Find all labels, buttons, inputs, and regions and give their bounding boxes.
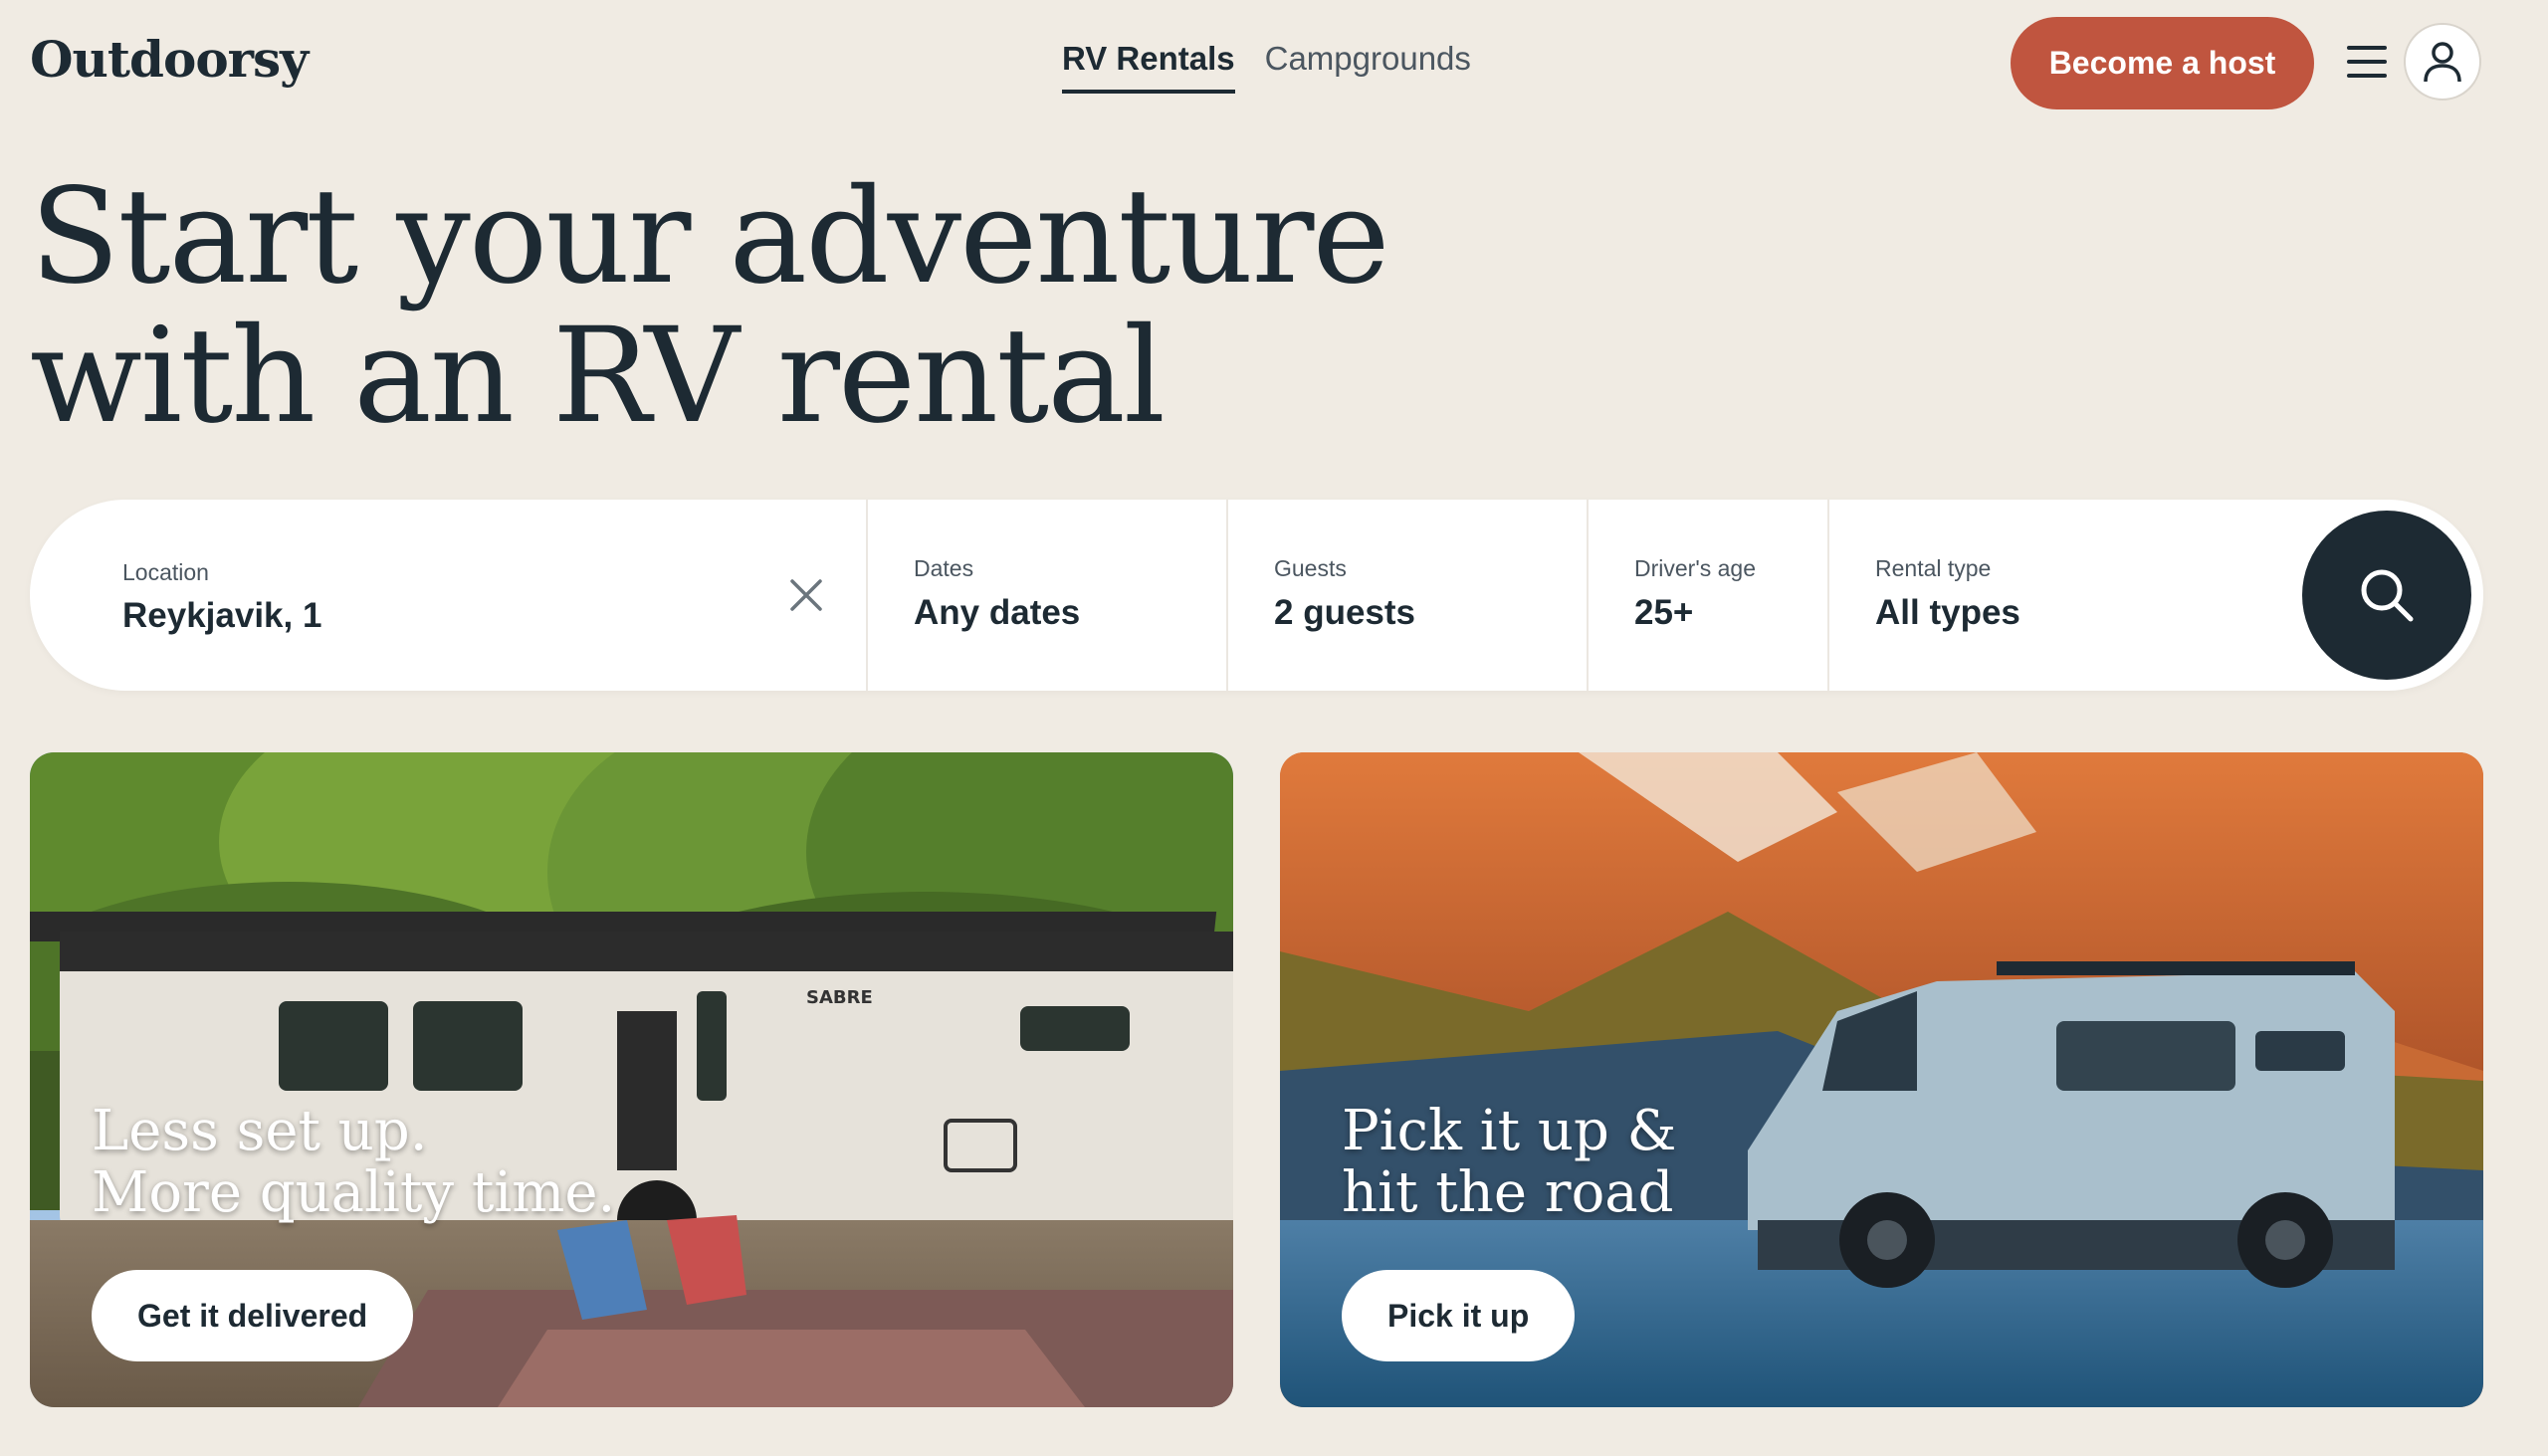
get-it-delivered-button[interactable]: Get it delivered — [92, 1270, 414, 1361]
guests-label: Guests — [1274, 555, 1347, 581]
user-account-button[interactable] — [2404, 23, 2481, 101]
search-bar: Location Reykjavik, 1 Dates Any dates Gu… — [30, 500, 2483, 691]
user-icon — [2424, 42, 2461, 83]
guests-field[interactable]: Guests 2 guests — [1228, 500, 1587, 691]
location-value: Reykjavik, 1 — [122, 596, 322, 635]
location-field[interactable]: Location Reykjavik, 1 — [30, 500, 866, 691]
delivery-card-title: Less set up. More quality time. — [92, 1101, 615, 1224]
pickup-card-title: Pick it up & hit the road — [1342, 1101, 1676, 1224]
pick-it-up-button[interactable]: Pick it up — [1342, 1270, 1576, 1361]
rental-type-label: Rental type — [1875, 555, 1992, 581]
hamburger-menu-icon[interactable] — [2347, 46, 2387, 78]
pickup-card-title-line1: Pick it up & — [1342, 1099, 1677, 1163]
dates-value: Any dates — [914, 593, 1081, 632]
close-icon[interactable] — [786, 575, 826, 615]
location-label: Location — [122, 559, 209, 585]
delivery-card[interactable]: SABRE Less set up. More quality time. Ge… — [30, 752, 1233, 1407]
hero-headline-line1: Start your adventure — [30, 160, 1390, 313]
pickup-card[interactable]: Pick it up & hit the road Pick it up — [1280, 752, 2483, 1407]
hero-headline-line2: with an RV rental — [30, 300, 1166, 453]
svg-text:SABRE: SABRE — [806, 987, 873, 1008]
drivers-age-field[interactable]: Driver's age 25+ — [1589, 500, 1827, 691]
dates-label: Dates — [914, 555, 974, 581]
hero-headline: Start your adventure with an RV rental — [30, 160, 1390, 453]
search-icon — [2361, 569, 2414, 622]
site-header: Outdoorsy RV Rentals Campgrounds Become … — [0, 0, 2548, 127]
become-a-host-button[interactable]: Become a host — [2011, 17, 2314, 109]
outdoorsy-logo[interactable]: Outdoorsy — [30, 30, 309, 89]
main-nav: RV Rentals Campgrounds — [1062, 40, 1471, 94]
tab-campgrounds[interactable]: Campgrounds — [1265, 40, 1471, 94]
rental-type-field[interactable]: Rental type All types — [1829, 500, 2277, 691]
drivers-age-label: Driver's age — [1634, 555, 1756, 581]
drivers-age-value: 25+ — [1634, 593, 1694, 632]
delivery-card-title-line1: Less set up. — [92, 1099, 428, 1163]
pickup-card-title-line2: hit the road — [1342, 1160, 1674, 1225]
delivery-card-title-line2: More quality time. — [92, 1160, 616, 1225]
guests-value: 2 guests — [1274, 593, 1415, 632]
rental-type-value: All types — [1875, 593, 2020, 632]
tab-rv-rentals[interactable]: RV Rentals — [1062, 40, 1235, 94]
dates-field[interactable]: Dates Any dates — [868, 500, 1226, 691]
search-button[interactable] — [2302, 511, 2471, 680]
